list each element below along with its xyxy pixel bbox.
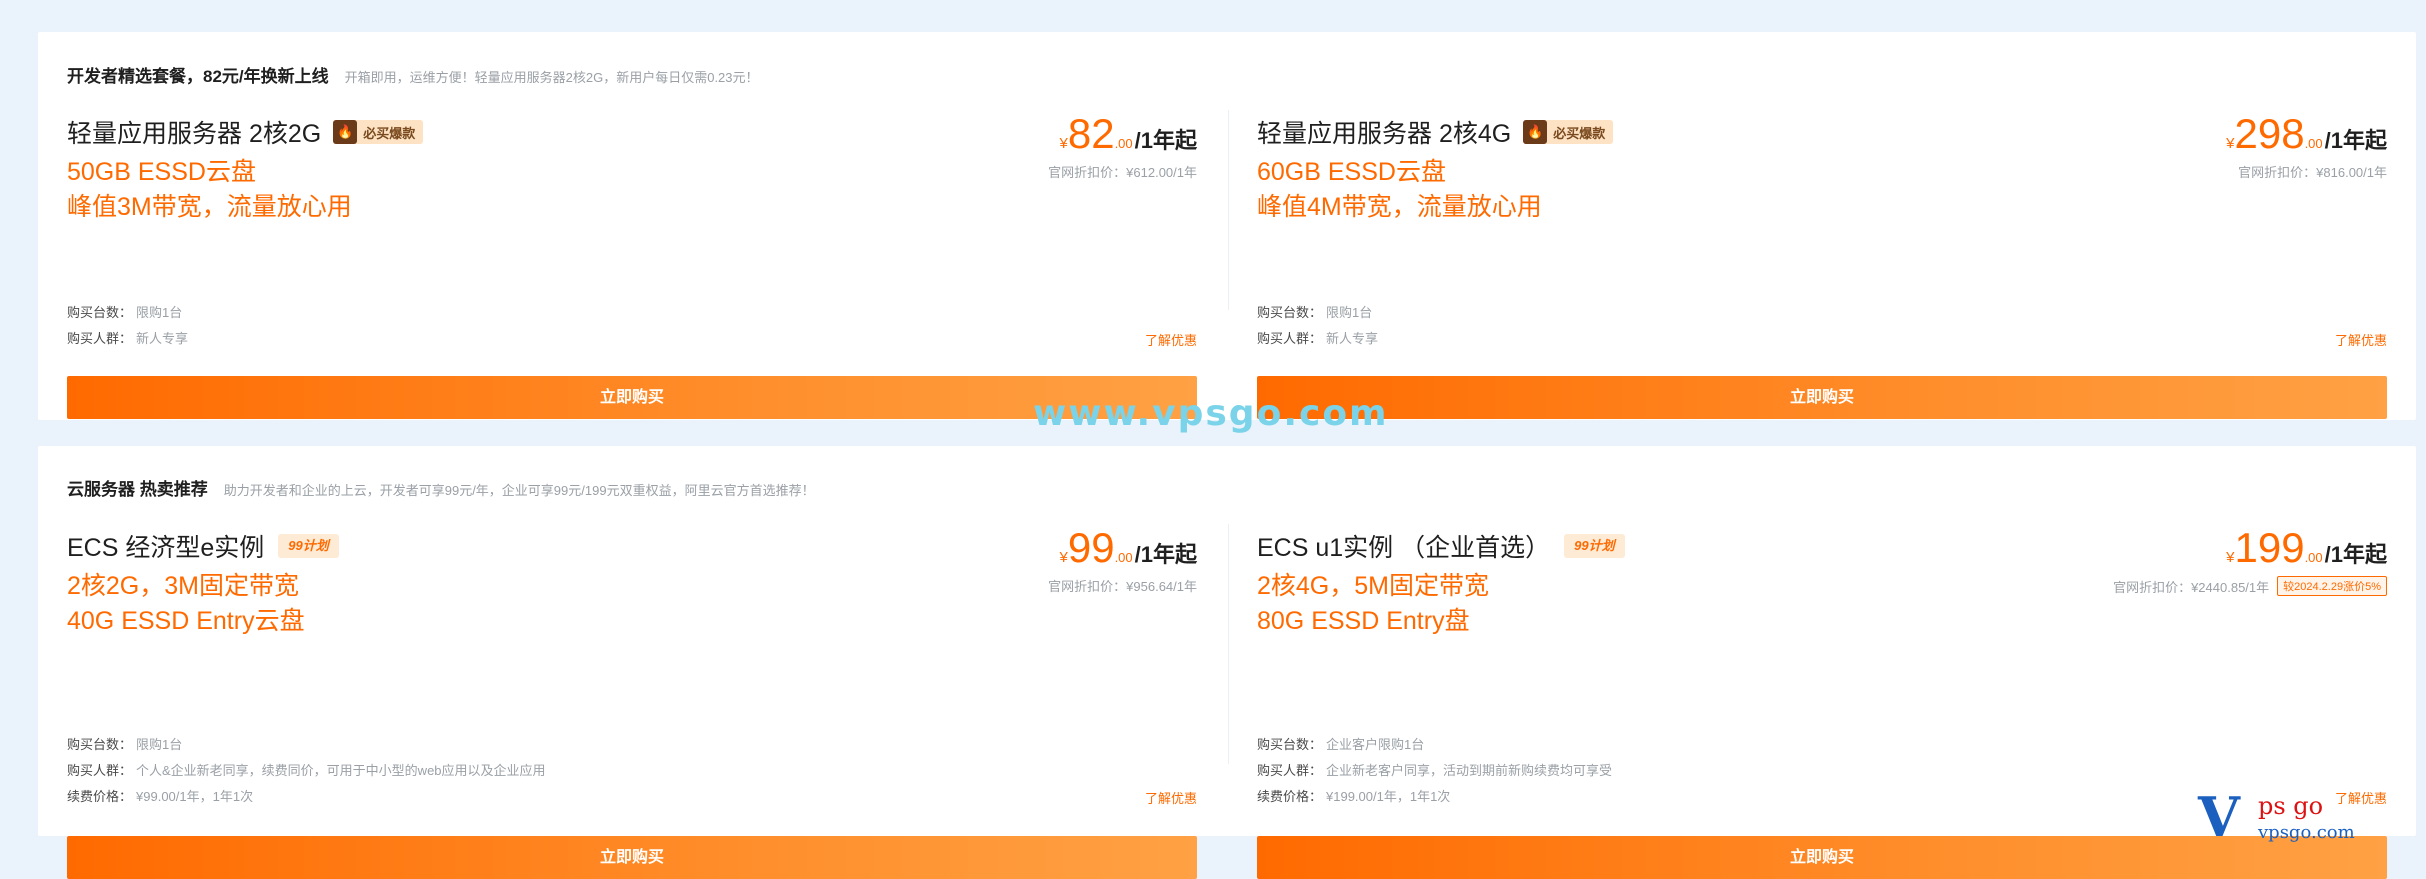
product-card-ecs-e: ECS 经济型e实例 99计划 2核2G，3M固定带宽 40G ESSD Ent… [67,524,1198,879]
product-card-lite-2c2g: 轻量应用服务器 2核2G 🔥 必买爆款 50GB ESSD云盘 峰值3M带宽，流… [67,110,1198,419]
original-price: 官网折扣价：¥816.00/1年 [2238,165,2387,180]
card-divider [1228,110,1229,310]
meta-renewal: 续费价格： ¥99.00/1年，1年1次 [67,789,254,804]
meta-quantity: 购买台数： 限购1台 [67,305,183,320]
card-title: 轻量应用服务器 2核2G [67,120,322,148]
card-title: ECS u1实例 （企业首选） [1257,534,1551,562]
feature-bandwidth: 峰值4M带宽，流量放心用 [1257,193,1542,221]
feature-bandwidth: 峰值3M带宽，流量放心用 [67,193,352,221]
card-divider [1228,524,1229,764]
section-description: 开箱即用，运维方便！轻量应用服务器2核2G，新用户每日仅需0.23元！ [344,70,759,85]
meta-quantity: 购买台数： 企业客户限购1台 [1257,737,1425,752]
meta-audience: 购买人群： 个人&企业新老同享，续费同价，可用于中小型的web应用以及企业应用 [67,763,546,778]
section-description: 助力开发者和企业的上云，开发者可享99元/年，企业可享99元/199元双重权益，… [223,483,815,498]
price: ¥ 298 .00 /1年起 [2226,110,2387,157]
feature-storage: 40G ESSD Entry云盘 [67,607,305,635]
feature-spec: 2核2G，3M固定带宽 [67,572,299,600]
feature-storage: 60GB ESSD云盘 [1257,158,1446,186]
meta-renewal: 续费价格： ¥199.00/1年，1年1次 [1257,789,1451,804]
learn-more-link[interactable]: 了解优惠 [2335,330,2387,349]
meta-audience: 购买人群： 新人专享 [67,331,189,346]
buy-now-button[interactable]: 立即购买 [67,836,1197,879]
plan-badge: 99计划 [1564,534,1625,558]
feature-spec: 2核4G，5M固定带宽 [1257,572,1489,600]
product-card-lite-2c4g: 轻量应用服务器 2核4G 🔥 必买爆款 60GB ESSD云盘 峰值4M带宽，流… [1257,110,2387,419]
meta-quantity: 购买台数： 限购1台 [1257,305,1373,320]
watermark-text: www.vpsgo.com [1033,393,1389,434]
price: ¥ 99 .00 /1年起 [1059,524,1198,571]
developer-package-section: 开发者精选套餐，82元/年换新上线 开箱即用，运维方便！轻量应用服务器2核2G，… [38,32,2416,420]
plan-badge: 99计划 [278,534,339,558]
original-price: 官网折扣价：¥2440.85/1年 较2024.2.29涨价5% [2113,576,2387,596]
svg-text:V: V [2197,788,2241,844]
section-header: 开发者精选套餐，82元/年换新上线 开箱即用，运维方便！轻量应用服务器2核2G，… [67,62,759,87]
section-header: 云服务器 热卖推荐 助力开发者和企业的上云，开发者可享99元/年，企业可享99元… [67,475,815,500]
section-title: 开发者精选套餐，82元/年换新上线 [67,67,329,86]
card-title: 轻量应用服务器 2核4G [1257,120,1512,148]
flame-icon: 🔥 [1523,120,1548,144]
meta-quantity: 购买台数： 限购1台 [67,737,183,752]
buy-now-button[interactable]: 立即购买 [67,376,1197,419]
price: ¥ 82 .00 /1年起 [1059,110,1198,157]
price: ¥ 199 .00 /1年起 [2226,524,2387,571]
flame-icon: 🔥 [333,120,358,144]
svg-text:ps go: ps go [2258,792,2323,820]
card-title: ECS 经济型e实例 [67,534,265,562]
learn-more-link[interactable]: 了解优惠 [1145,330,1197,349]
hot-badge: 🔥 必买爆款 [333,120,424,144]
vpsgo-logo: V ps go vpsgo.com [2197,788,2355,844]
buy-now-button[interactable]: 立即购买 [1257,376,2387,419]
original-price: 官网折扣价：¥956.64/1年 [1048,579,1197,594]
feature-storage: 80G ESSD Entry盘 [1257,607,1470,635]
hot-server-section: 云服务器 热卖推荐 助力开发者和企业的上云，开发者可享99元/年，企业可享99元… [38,446,2416,879]
meta-audience: 购买人群： 企业新老客户同享，活动到期前新购续费均可享受 [1257,763,1613,778]
feature-storage: 50GB ESSD云盘 [67,158,256,186]
hot-badge: 🔥 必买爆款 [1523,120,1614,144]
learn-more-link[interactable]: 了解优惠 [1145,788,1197,807]
meta-audience: 购买人群： 新人专享 [1257,331,1379,346]
section-title: 云服务器 热卖推荐 [67,480,208,499]
product-card-ecs-u1: ECS u1实例 （企业首选） 99计划 2核4G，5M固定带宽 80G ESS… [1257,524,2387,879]
svg-text:vpsgo.com: vpsgo.com [2257,822,2355,843]
original-price: 官网折扣价：¥612.00/1年 [1048,165,1197,180]
price-change-tag: 较2024.2.29涨价5% [2277,576,2387,596]
